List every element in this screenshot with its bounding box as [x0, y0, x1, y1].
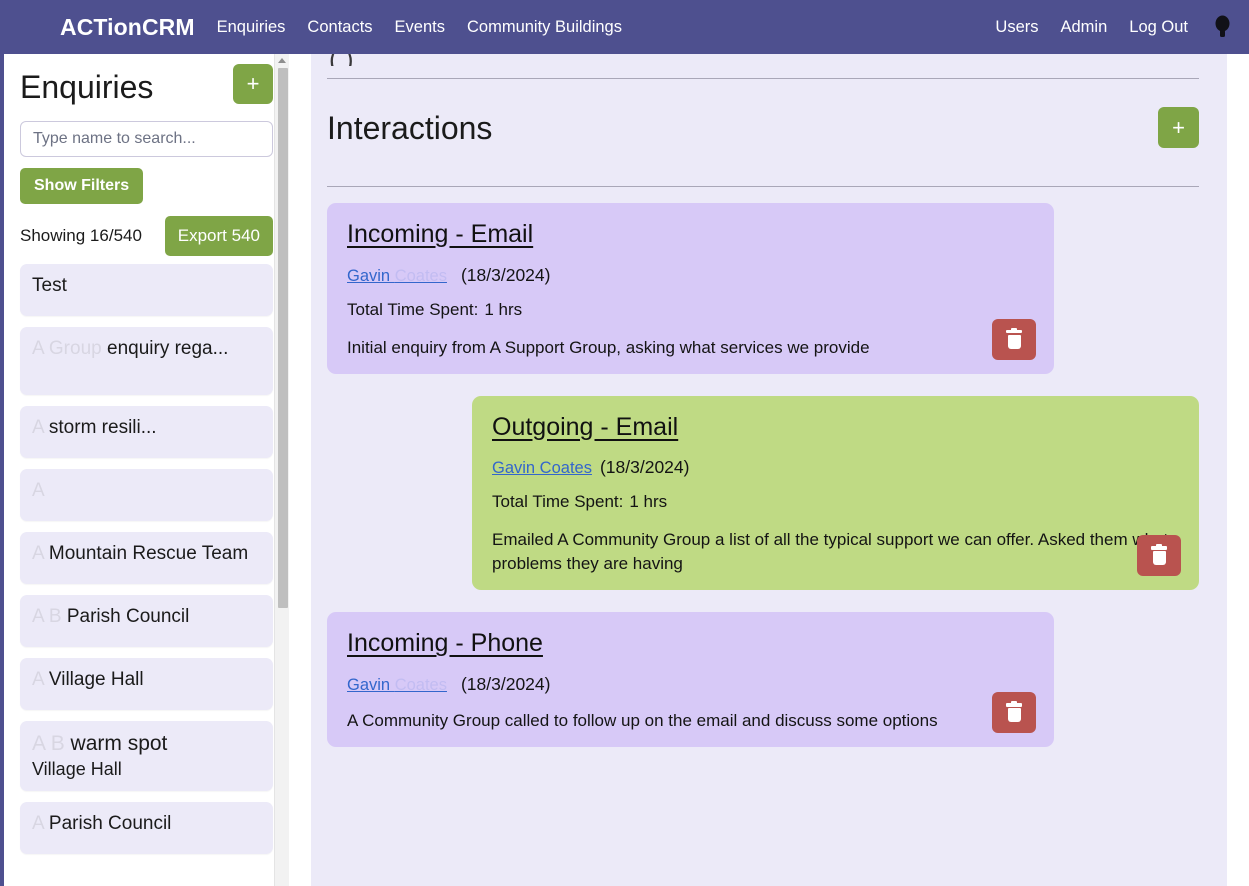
interaction-card-list: Incoming - Email Gavin Coates (18/3/2024… — [327, 187, 1199, 769]
author-name: Gavin Coates — [492, 459, 592, 478]
interaction-title[interactable]: Outgoing - Email — [492, 413, 678, 442]
interaction-time-row: Total Time Spent: 1 hrs — [347, 300, 1034, 320]
nav-link-users[interactable]: Users — [995, 18, 1038, 37]
sidebar-scrollbar[interactable] — [274, 54, 289, 886]
author-name: Gavin — [347, 675, 395, 694]
time-spent-value: 1 hrs — [629, 492, 668, 512]
sidebar-main-gutter — [289, 54, 311, 886]
author-name: Gavin — [347, 266, 395, 285]
interaction-card[interactable]: Outgoing - Email Gavin Coates (18/3/2024… — [472, 395, 1199, 591]
nav-link-log-out[interactable]: Log Out — [1129, 18, 1188, 37]
interaction-body: Emailed A Community Group a list of all … — [492, 530, 1169, 574]
page-title: Enquiries — [20, 69, 154, 105]
enquiry-redacted-mid: B — [48, 606, 67, 628]
scroll-up-arrow-icon[interactable] — [275, 54, 289, 67]
enquiry-redacted-prefix: A — [32, 543, 49, 565]
delete-interaction-button[interactable] — [992, 692, 1036, 733]
enquiry-label: warm spot — [70, 732, 168, 756]
interaction-card[interactable]: Incoming - Email Gavin Coates (18/3/2024… — [327, 203, 1054, 374]
enquiry-redacted-prefix: A — [32, 813, 49, 835]
secondary-nav: Users Admin Log Out — [995, 15, 1231, 39]
trash-icon — [1006, 701, 1022, 722]
enquiry-label: Test — [32, 275, 67, 297]
list-item[interactable]: A Mountain Rescue Team — [20, 532, 273, 585]
enquiry-label: Mountain Rescue Team — [48, 543, 249, 565]
lightbulb-icon[interactable] — [1214, 15, 1231, 39]
list-item[interactable]: A Parish Council — [20, 802, 273, 855]
enquiries-sidebar: Enquiries + Show Filters Showing 16/540 … — [4, 54, 289, 886]
nav-link-events[interactable]: Events — [395, 18, 445, 37]
enquiry-label: Village Hall — [48, 669, 144, 691]
interaction-body: A Community Group called to follow up on… — [347, 710, 938, 730]
showing-count-label: Showing 16/540 — [20, 226, 142, 246]
enquiry-label: Parish Council — [66, 606, 190, 628]
enquiry-redacted-prefix: A — [32, 480, 45, 502]
interaction-body: Initial enquiry from A Support Group, as… — [347, 337, 870, 357]
list-item[interactable]: A storm resili... — [20, 406, 273, 459]
interaction-time-row: Total Time Spent: 1 hrs — [492, 492, 1179, 512]
enquiry-redacted-prefix: A — [32, 606, 49, 628]
interaction-meta: Gavin Coates (18/3/2024) — [347, 674, 1034, 695]
interaction-date: (18/3/2024) — [599, 457, 690, 478]
interaction-author-link[interactable]: Gavin Coates — [347, 267, 447, 286]
author-name-redacted: Coates — [394, 266, 447, 285]
interaction-author-link[interactable]: Gavin Coates — [492, 459, 592, 478]
nav-link-enquiries[interactable]: Enquiries — [217, 18, 286, 37]
interaction-title[interactable]: Incoming - Email — [347, 220, 533, 249]
nav-link-community-buildings[interactable]: Community Buildings — [467, 18, 622, 37]
author-name-redacted: Coates — [394, 675, 447, 694]
primary-nav: Enquiries Contacts Events Community Buil… — [217, 18, 622, 37]
delete-interaction-button[interactable] — [992, 318, 1036, 360]
list-item[interactable]: Test — [20, 264, 273, 317]
interaction-date: (18/3/2024) — [460, 264, 551, 285]
show-filters-button[interactable]: Show Filters — [20, 168, 144, 205]
app-brand-logo[interactable]: ACTionCRM — [60, 14, 195, 41]
enquiry-redacted-prefix: A — [32, 417, 49, 439]
interactions-header: Interactions + — [327, 79, 1199, 174]
export-button[interactable]: Export 540 — [164, 216, 273, 257]
enquiry-label: Parish Council — [48, 813, 172, 835]
interaction-date: (18/3/2024) — [460, 673, 551, 694]
time-spent-label: Total Time Spent: — [347, 299, 479, 319]
sidebar-header: Enquiries + — [20, 64, 273, 105]
interaction-card[interactable]: Incoming - Phone Gavin Coates (18/3/2024… — [327, 612, 1054, 747]
list-item[interactable]: A Village Hall — [20, 658, 273, 711]
add-interaction-button[interactable]: + — [1158, 107, 1199, 148]
add-enquiry-button[interactable]: + — [233, 64, 273, 104]
enquiry-redacted-prefix: A — [32, 669, 49, 691]
enquiry-redacted-mid: Group — [48, 338, 107, 360]
trash-icon — [1151, 544, 1167, 566]
trash-icon — [1006, 327, 1022, 349]
interaction-meta: Gavin Coates (18/3/2024) — [347, 265, 1034, 286]
interactions-panel: ( ) Interactions + Incoming - Email Gavi… — [311, 54, 1227, 886]
page-body: Enquiries + Show Filters Showing 16/540 … — [0, 54, 1249, 886]
results-count-row: Showing 16/540 Export 540 — [20, 216, 273, 257]
delete-interaction-button[interactable] — [1137, 535, 1181, 577]
main-panel-wrapper: ( ) Interactions + Incoming - Email Gavi… — [311, 54, 1249, 886]
section-title: Interactions — [327, 109, 493, 146]
list-item[interactable]: A — [20, 469, 273, 522]
enquiry-list: Test A Group enquiry rega... A storm res… — [20, 264, 273, 855]
interaction-author-link[interactable]: Gavin Coates — [347, 676, 447, 695]
list-item[interactable]: A B Parish Council — [20, 595, 273, 648]
enquiry-redacted-mid: B — [50, 732, 71, 756]
enquiry-label: enquiry rega... — [107, 338, 229, 360]
search-input[interactable] — [20, 121, 273, 158]
clipped-heading-above: ( ) — [327, 54, 1199, 66]
nav-link-contacts[interactable]: Contacts — [307, 18, 372, 37]
time-spent-value: 1 hrs — [484, 299, 523, 319]
time-spent-label: Total Time Spent: — [492, 492, 624, 512]
enquiry-redacted-prefix: A — [32, 338, 49, 360]
scrollbar-thumb[interactable] — [278, 68, 288, 608]
nav-link-admin[interactable]: Admin — [1061, 18, 1108, 37]
list-item[interactable]: A B warm spot Village Hall — [20, 721, 273, 792]
enquiry-label: storm resili... — [48, 417, 157, 439]
list-item[interactable]: A Group enquiry rega... — [20, 327, 273, 396]
top-navbar: ACTionCRM Enquiries Contacts Events Comm… — [0, 0, 1249, 54]
interaction-title[interactable]: Incoming - Phone — [347, 630, 543, 658]
enquiry-redacted-prefix: A — [32, 732, 51, 756]
interaction-meta: Gavin Coates (18/3/2024) — [492, 457, 1179, 478]
enquiry-sublabel: Village Hall — [32, 759, 122, 780]
